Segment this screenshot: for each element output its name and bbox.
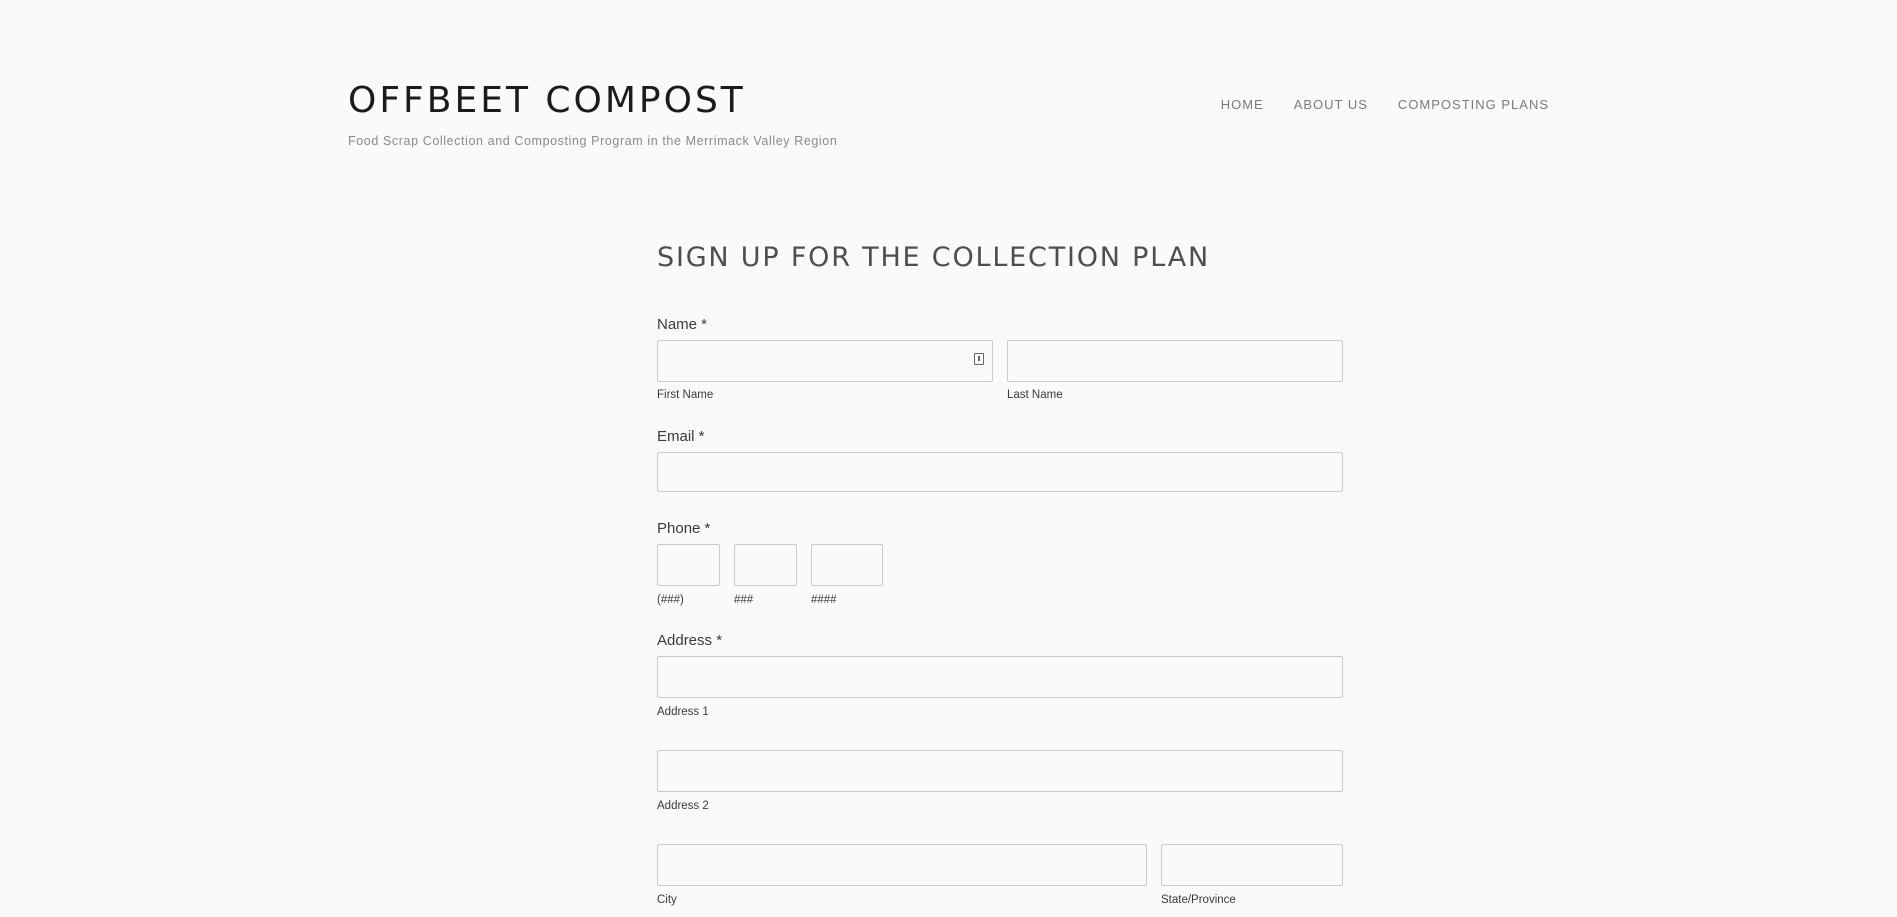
first-name-sublabel: First Name xyxy=(657,389,714,401)
address1-input[interactable] xyxy=(658,657,1342,697)
phone-line-sublabel: #### xyxy=(811,594,837,606)
phone-area-input[interactable] xyxy=(658,545,719,585)
phone-line-field[interactable] xyxy=(811,544,883,586)
phone-area-sublabel: (###) xyxy=(657,594,684,606)
phone-prefix-sublabel: ### xyxy=(734,594,754,606)
site-tagline: Food Scrap Collection and Composting Pro… xyxy=(348,134,838,148)
address1-sublabel: Address 1 xyxy=(657,706,709,718)
main-nav: HOME ABOUT US COMPOSTING PLANS xyxy=(1221,97,1549,112)
last-name-field[interactable] xyxy=(1007,340,1343,382)
last-name-sublabel: Last Name xyxy=(1007,389,1063,401)
state-sublabel: State/Province xyxy=(1161,894,1236,906)
city-input[interactable] xyxy=(658,845,1146,885)
address1-field[interactable] xyxy=(657,656,1343,698)
phone-prefix-field[interactable] xyxy=(734,544,797,586)
address2-sublabel: Address 2 xyxy=(657,800,709,812)
city-sublabel: City xyxy=(657,894,677,906)
address2-input[interactable] xyxy=(658,751,1342,791)
last-name-input[interactable] xyxy=(1008,341,1342,381)
email-input[interactable] xyxy=(658,453,1342,491)
name-label: Name * xyxy=(657,316,708,333)
email-label: Email * xyxy=(657,428,705,445)
nav-home[interactable]: HOME xyxy=(1221,97,1264,112)
phone-prefix-input[interactable] xyxy=(735,545,796,585)
form-title: SIGN UP FOR THE COLLECTION PLAN xyxy=(657,242,1210,273)
phone-label: Phone * xyxy=(657,520,711,537)
first-name-field[interactable] xyxy=(657,340,993,382)
page: OFFBEET COMPOST Food Scrap Collection an… xyxy=(0,0,1897,917)
phone-area-field[interactable] xyxy=(657,544,720,586)
nav-composting-plans[interactable]: COMPOSTING PLANS xyxy=(1398,97,1549,112)
email-field[interactable] xyxy=(657,452,1343,492)
first-name-input[interactable] xyxy=(658,341,992,381)
address-label: Address * xyxy=(657,632,723,649)
state-input[interactable] xyxy=(1162,845,1342,885)
phone-line-input[interactable] xyxy=(812,545,882,585)
address2-field[interactable] xyxy=(657,750,1343,792)
city-field[interactable] xyxy=(657,844,1147,886)
contact-card-icon[interactable] xyxy=(974,353,984,365)
nav-about-us[interactable]: ABOUT US xyxy=(1294,97,1368,112)
site-title[interactable]: OFFBEET COMPOST xyxy=(348,80,746,121)
state-field[interactable] xyxy=(1161,844,1343,886)
